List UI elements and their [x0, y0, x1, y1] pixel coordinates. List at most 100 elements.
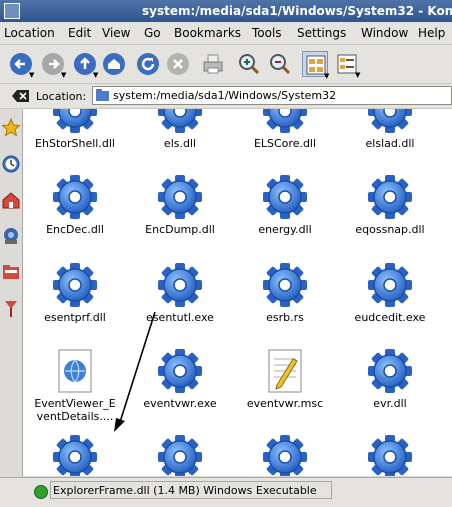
icon-view-button[interactable]: ▼ — [302, 51, 329, 80]
file-name: EhStorShell.dll — [35, 137, 115, 150]
file-item[interactable]: extrac32.exe — [235, 433, 335, 476]
file-item[interactable]: elslad.dll — [340, 109, 440, 150]
file-name: esentprf.dll — [44, 311, 106, 324]
home-button[interactable] — [101, 51, 127, 77]
menu-settings[interactable]: Settings — [297, 26, 346, 40]
file-name: energy.dll — [258, 223, 312, 236]
sidebar-history-tab[interactable] — [1, 153, 21, 175]
gear-icon — [25, 173, 125, 221]
print-button[interactable] — [200, 51, 226, 77]
location-input[interactable] — [113, 88, 443, 103]
text-document-icon — [235, 347, 335, 395]
file-name: eventvwr.msc — [246, 397, 324, 410]
status-text: ExplorerFrame.dll (1.4 MB) Windows Execu… — [50, 481, 332, 499]
back-button[interactable]: ▼ — [8, 51, 34, 79]
file-name: evr.dll — [373, 397, 407, 410]
gear-icon — [235, 261, 335, 309]
gear-icon — [235, 109, 335, 135]
gear-icon — [340, 109, 440, 135]
location-field[interactable] — [92, 86, 452, 105]
file-item[interactable]: EhStorShell.dll — [25, 109, 125, 150]
file-item[interactable]: eqossnap.dll — [340, 173, 440, 236]
gear-icon — [340, 173, 440, 221]
sidebar-services-tab[interactable] — [1, 297, 21, 319]
gear-icon — [130, 261, 230, 309]
gear-icon — [130, 173, 230, 221]
title-bar: system:/media/sda1/Windows/System32 - Ko… — [0, 0, 452, 22]
file-item[interactable]: ExplorerFrame.dll — [25, 433, 125, 476]
navigation-sidebar — [0, 109, 23, 497]
gear-icon — [340, 433, 440, 476]
zoom-in-icon — [239, 54, 260, 75]
gear-icon — [25, 109, 125, 135]
zoom-out-button[interactable] — [267, 51, 293, 77]
home-icon — [103, 53, 125, 75]
gear-icon — [130, 433, 230, 476]
bookmarks-star-icon — [1, 117, 21, 137]
sidebar-root-tab[interactable] — [1, 261, 21, 283]
menu-location[interactable]: Location — [4, 26, 55, 40]
forward-button[interactable]: ▼ — [40, 51, 66, 79]
system-folder-icon — [96, 89, 109, 101]
gear-icon — [340, 347, 440, 395]
file-item[interactable]: eudcedit.exe — [340, 261, 440, 324]
file-item[interactable]: esentutl.exe — [130, 261, 230, 324]
file-item[interactable]: eventvwr.exe — [130, 347, 230, 410]
file-name: eudcedit.exe — [354, 311, 426, 324]
gear-icon — [25, 433, 125, 476]
file-item[interactable]: eventvwr.msc — [235, 347, 335, 410]
network-icon — [4, 228, 18, 244]
file-item[interactable]: ELSCore.dll — [235, 109, 335, 150]
file-item[interactable]: esentprf.dll — [25, 261, 125, 324]
file-name: elslad.dll — [365, 137, 415, 150]
status-indicator-icon — [34, 485, 48, 499]
menu-bookmarks[interactable]: Bookmarks — [174, 26, 241, 40]
location-bar: Location: — [0, 84, 452, 109]
menu-edit[interactable]: Edit — [68, 26, 91, 40]
zoom-in-button[interactable] — [236, 51, 262, 77]
zoom-out-icon — [270, 54, 291, 75]
file-item[interactable]: evr.dll — [340, 347, 440, 410]
home-folder-icon — [2, 192, 20, 209]
menu-help[interactable]: Help — [418, 26, 445, 40]
file-name: EncDump.dll — [145, 223, 215, 236]
reload-icon — [137, 53, 159, 75]
stop-button[interactable] — [165, 51, 191, 77]
gear-icon — [235, 433, 335, 476]
menu-window[interactable]: Window — [361, 26, 408, 40]
sidebar-bookmarks-tab[interactable] — [1, 117, 21, 139]
menu-bar: Location Edit View Go Bookmarks Tools Se… — [0, 22, 452, 45]
list-view-button[interactable]: ▼ — [334, 51, 360, 79]
file-item[interactable]: f3ahvoas.dll — [340, 433, 440, 476]
file-name: eqossnap.dll — [355, 223, 425, 236]
sidebar-home-tab[interactable] — [1, 189, 21, 211]
up-button[interactable]: ▼ — [72, 51, 98, 79]
menu-view[interactable]: View — [102, 26, 130, 40]
file-name: esentutl.exe — [146, 311, 214, 324]
file-item[interactable]: EncDump.dll — [130, 173, 230, 236]
file-name: ELSCore.dll — [253, 137, 317, 150]
location-label: Location: — [36, 90, 87, 103]
file-icon-view: EhStorShell.dll els.dll ELSCore.dll elslad.… — [23, 109, 452, 476]
file-item[interactable]: esrb.rs — [235, 261, 335, 324]
menu-tools[interactable]: Tools — [252, 26, 282, 40]
file-name: esrb.rs — [266, 311, 304, 324]
print-icon — [203, 54, 223, 74]
file-item[interactable]: EncDec.dll — [25, 173, 125, 236]
window-title: system:/media/sda1/Windows/System32 - Ko… — [142, 4, 452, 18]
root-folder-icon — [3, 265, 19, 279]
gear-icon — [235, 173, 335, 221]
menu-go[interactable]: Go — [144, 26, 161, 40]
file-item[interactable]: energy.dll — [235, 173, 335, 236]
file-name: eventvwr.exe — [143, 397, 217, 410]
globe-document-icon — [25, 347, 125, 395]
stop-icon — [167, 53, 189, 75]
main-toolbar: ▼ ▼ ▼ ▼ ▼ — [0, 45, 452, 84]
file-item[interactable]: expsrv.dll — [130, 433, 230, 476]
file-item[interactable]: EventViewer_EventDetails.... — [25, 347, 125, 423]
reload-button[interactable] — [135, 51, 161, 77]
window-menu-icon[interactable] — [4, 3, 20, 19]
clear-location-icon[interactable] — [12, 89, 30, 103]
file-item[interactable]: els.dll — [130, 109, 230, 150]
sidebar-network-tab[interactable] — [1, 225, 21, 247]
